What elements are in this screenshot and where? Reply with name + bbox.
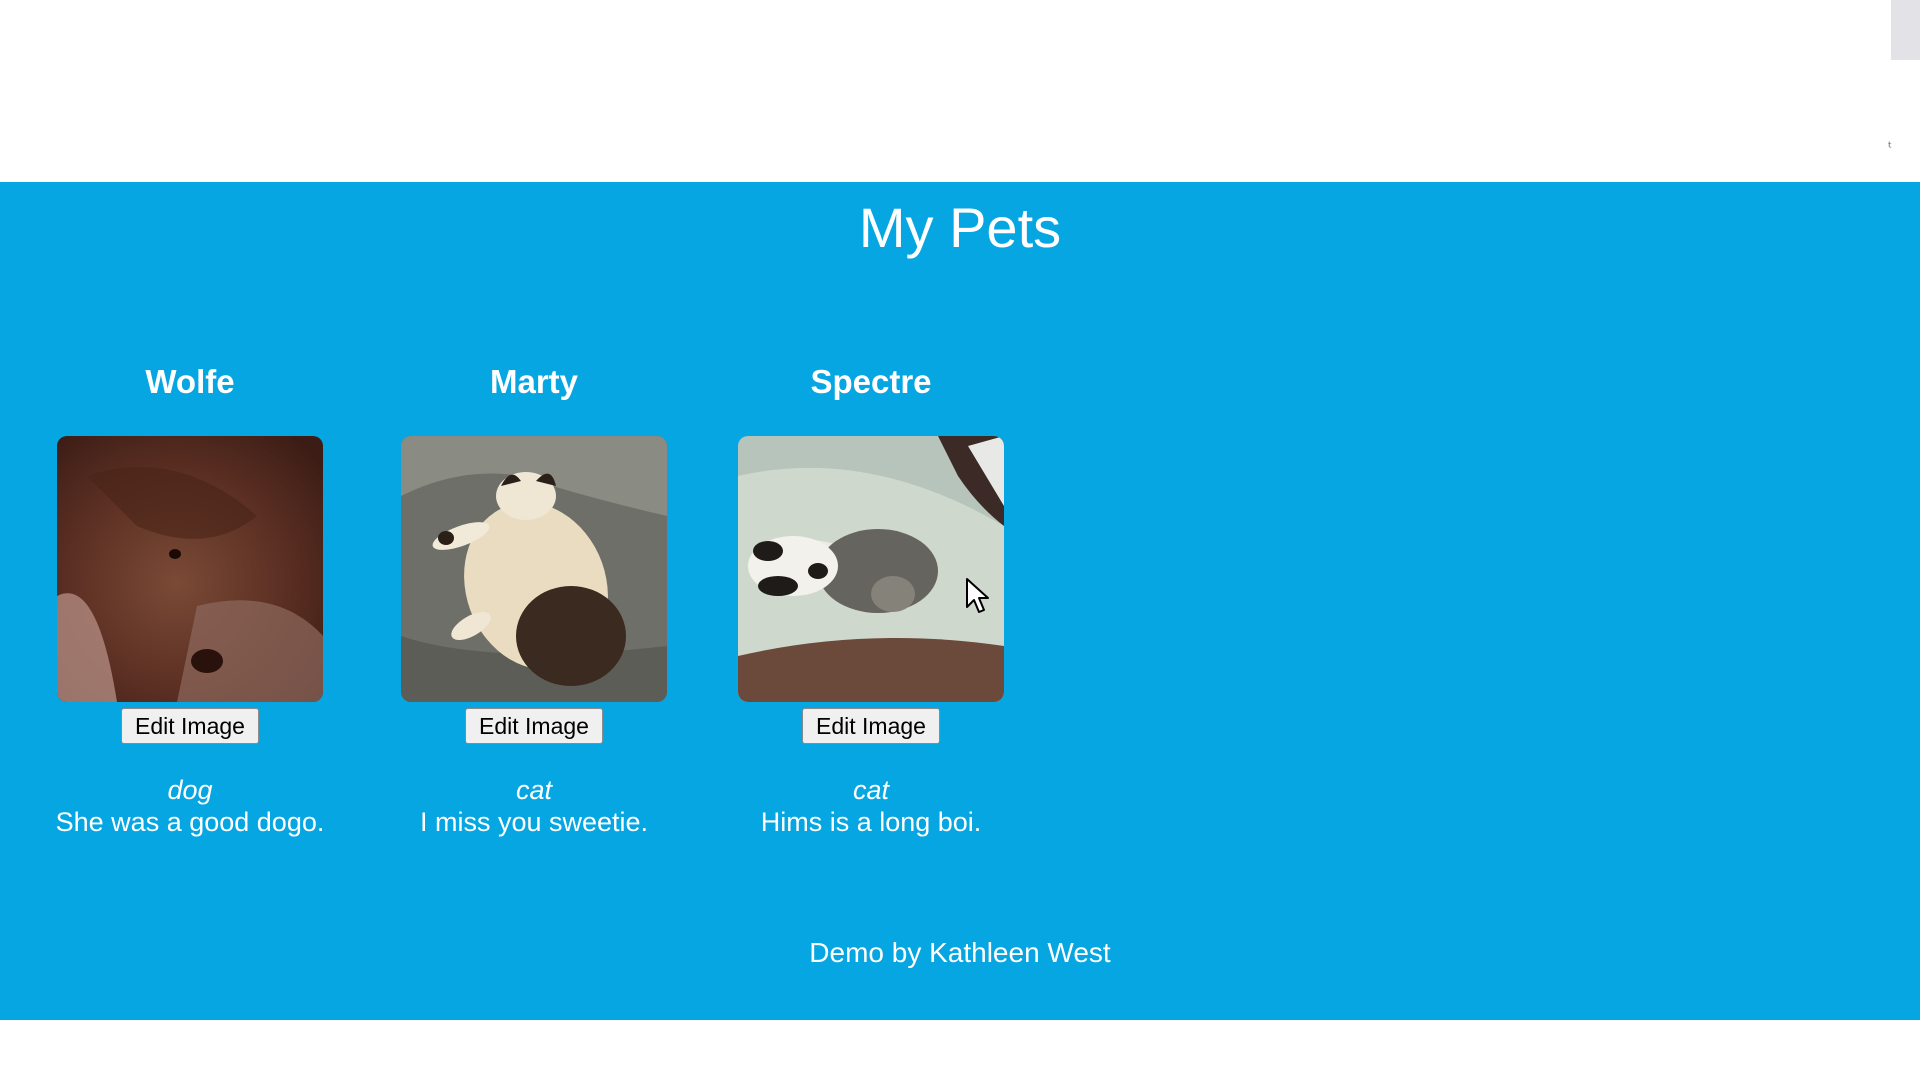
pet-species: cat xyxy=(515,775,553,805)
pet-name: Marty xyxy=(489,363,579,400)
pet-name: Wolfe xyxy=(145,363,235,400)
footer-credit: Demo by Kathleen West xyxy=(809,937,1111,968)
scrollbar-thumb[interactable] xyxy=(1891,0,1920,60)
dog-photo xyxy=(57,436,323,702)
pet-description: She was a good dogo. xyxy=(55,807,325,837)
edit-image-button[interactable]: Edit Image xyxy=(802,708,940,744)
bottom-blank-area xyxy=(0,1020,1920,1080)
mouse-cursor-icon xyxy=(966,578,989,613)
pet-description: I miss you sweetie. xyxy=(419,807,649,837)
cat-photo xyxy=(401,436,667,702)
top-blank-area xyxy=(0,0,1920,182)
pet-name: Spectre xyxy=(810,363,932,400)
pet-description: Hims is a long boi. xyxy=(760,807,982,837)
pet-species: dog xyxy=(167,775,213,805)
scroll-marker-icon: ᵗ xyxy=(1888,140,1893,156)
cat-photo xyxy=(738,436,1004,702)
pet-card-marty: Marty Edit Image cat I miss you sweetie. xyxy=(369,362,699,837)
edit-image-button[interactable]: Edit Image xyxy=(465,708,603,744)
edit-image-button[interactable]: Edit Image xyxy=(121,708,259,744)
pet-species: cat xyxy=(852,775,890,805)
pet-card-wolfe: Wolfe Edit Image dog She was a good dogo… xyxy=(25,362,355,837)
page-title: My Pets xyxy=(858,196,1062,259)
pet-card-spectre: Spectre Edit Image cat Hims is a long bo… xyxy=(706,362,1036,837)
pets-page: My Pets Wolfe Edit Image dog She was a g… xyxy=(0,182,1920,1020)
